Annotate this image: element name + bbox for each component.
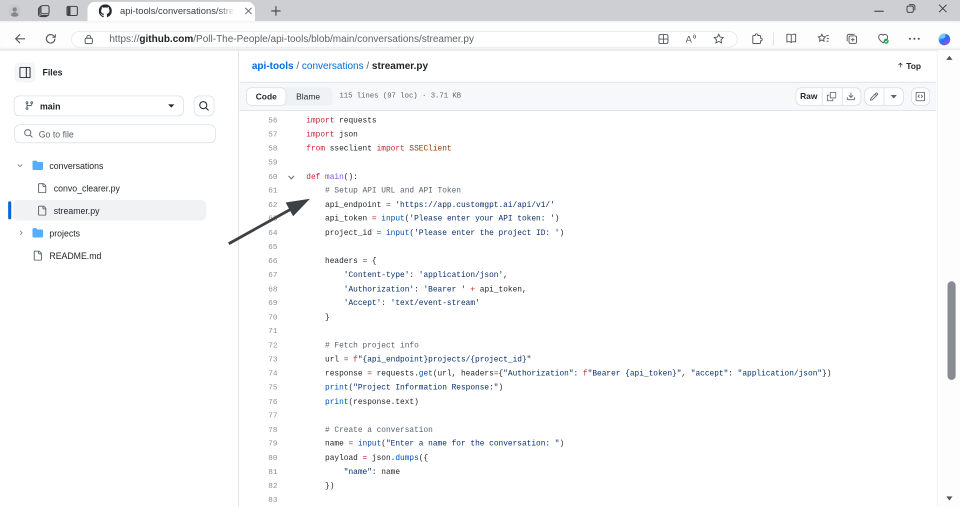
svg-text:A: A: [686, 35, 693, 45]
